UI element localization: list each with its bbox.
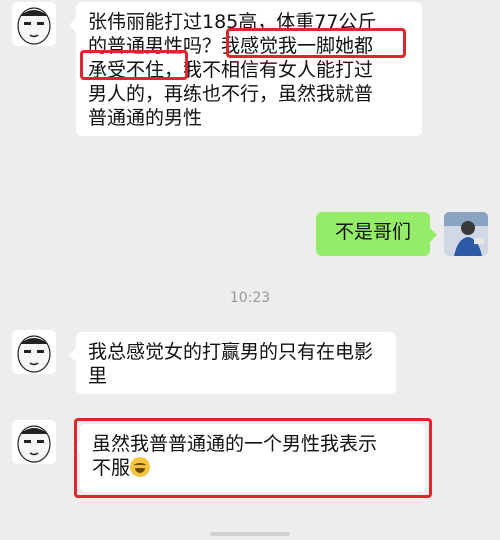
- message-line: 不服: [92, 456, 414, 480]
- message-line: 普通通的男性: [88, 107, 203, 129]
- friend-avatar[interactable]: [12, 420, 56, 464]
- message-bubble[interactable]: 张伟丽能打过185高，体重77公斤 的普通男性吗？我感觉我一脚她都 承受不住，我…: [69, 2, 422, 136]
- message-line: 虽然我普普通通的一个男性我表示: [92, 433, 378, 455]
- home-indicator: [210, 532, 290, 536]
- meme-face-icon: [12, 420, 56, 464]
- message-line: 我总感觉女的打赢男的只有在电影: [88, 341, 374, 363]
- my-avatar[interactable]: [444, 212, 488, 256]
- timestamp: 10:23: [229, 290, 271, 306]
- friend-avatar[interactable]: [12, 2, 56, 46]
- message-line: 的普通男性吗？我感觉我一脚她都: [88, 35, 374, 57]
- friend-avatar[interactable]: [12, 330, 56, 374]
- message-line: 承受不住，我不相信有女人能打过: [88, 59, 374, 81]
- message-line: 里: [88, 365, 108, 387]
- message-text: 不是哥们: [334, 221, 411, 243]
- meme-face-icon: [12, 2, 56, 46]
- message-line-text: 不服: [92, 457, 131, 479]
- message-line: 张伟丽能打过185高，体重77公斤: [88, 11, 377, 33]
- message-bubble-sent[interactable]: 不是哥们: [316, 212, 437, 256]
- laughing-tears-icon: [130, 457, 151, 477]
- message-bubble[interactable]: 我总感觉女的打赢男的只有在电影 里: [69, 332, 396, 394]
- meme-face-icon: [12, 330, 56, 374]
- message-line: 男人的，再练也不行，虽然我就普: [88, 83, 374, 105]
- user-photo-icon: [444, 212, 488, 256]
- message-bubble[interactable]: 虽然我普普通通的一个男性我表示 不服: [73, 424, 426, 492]
